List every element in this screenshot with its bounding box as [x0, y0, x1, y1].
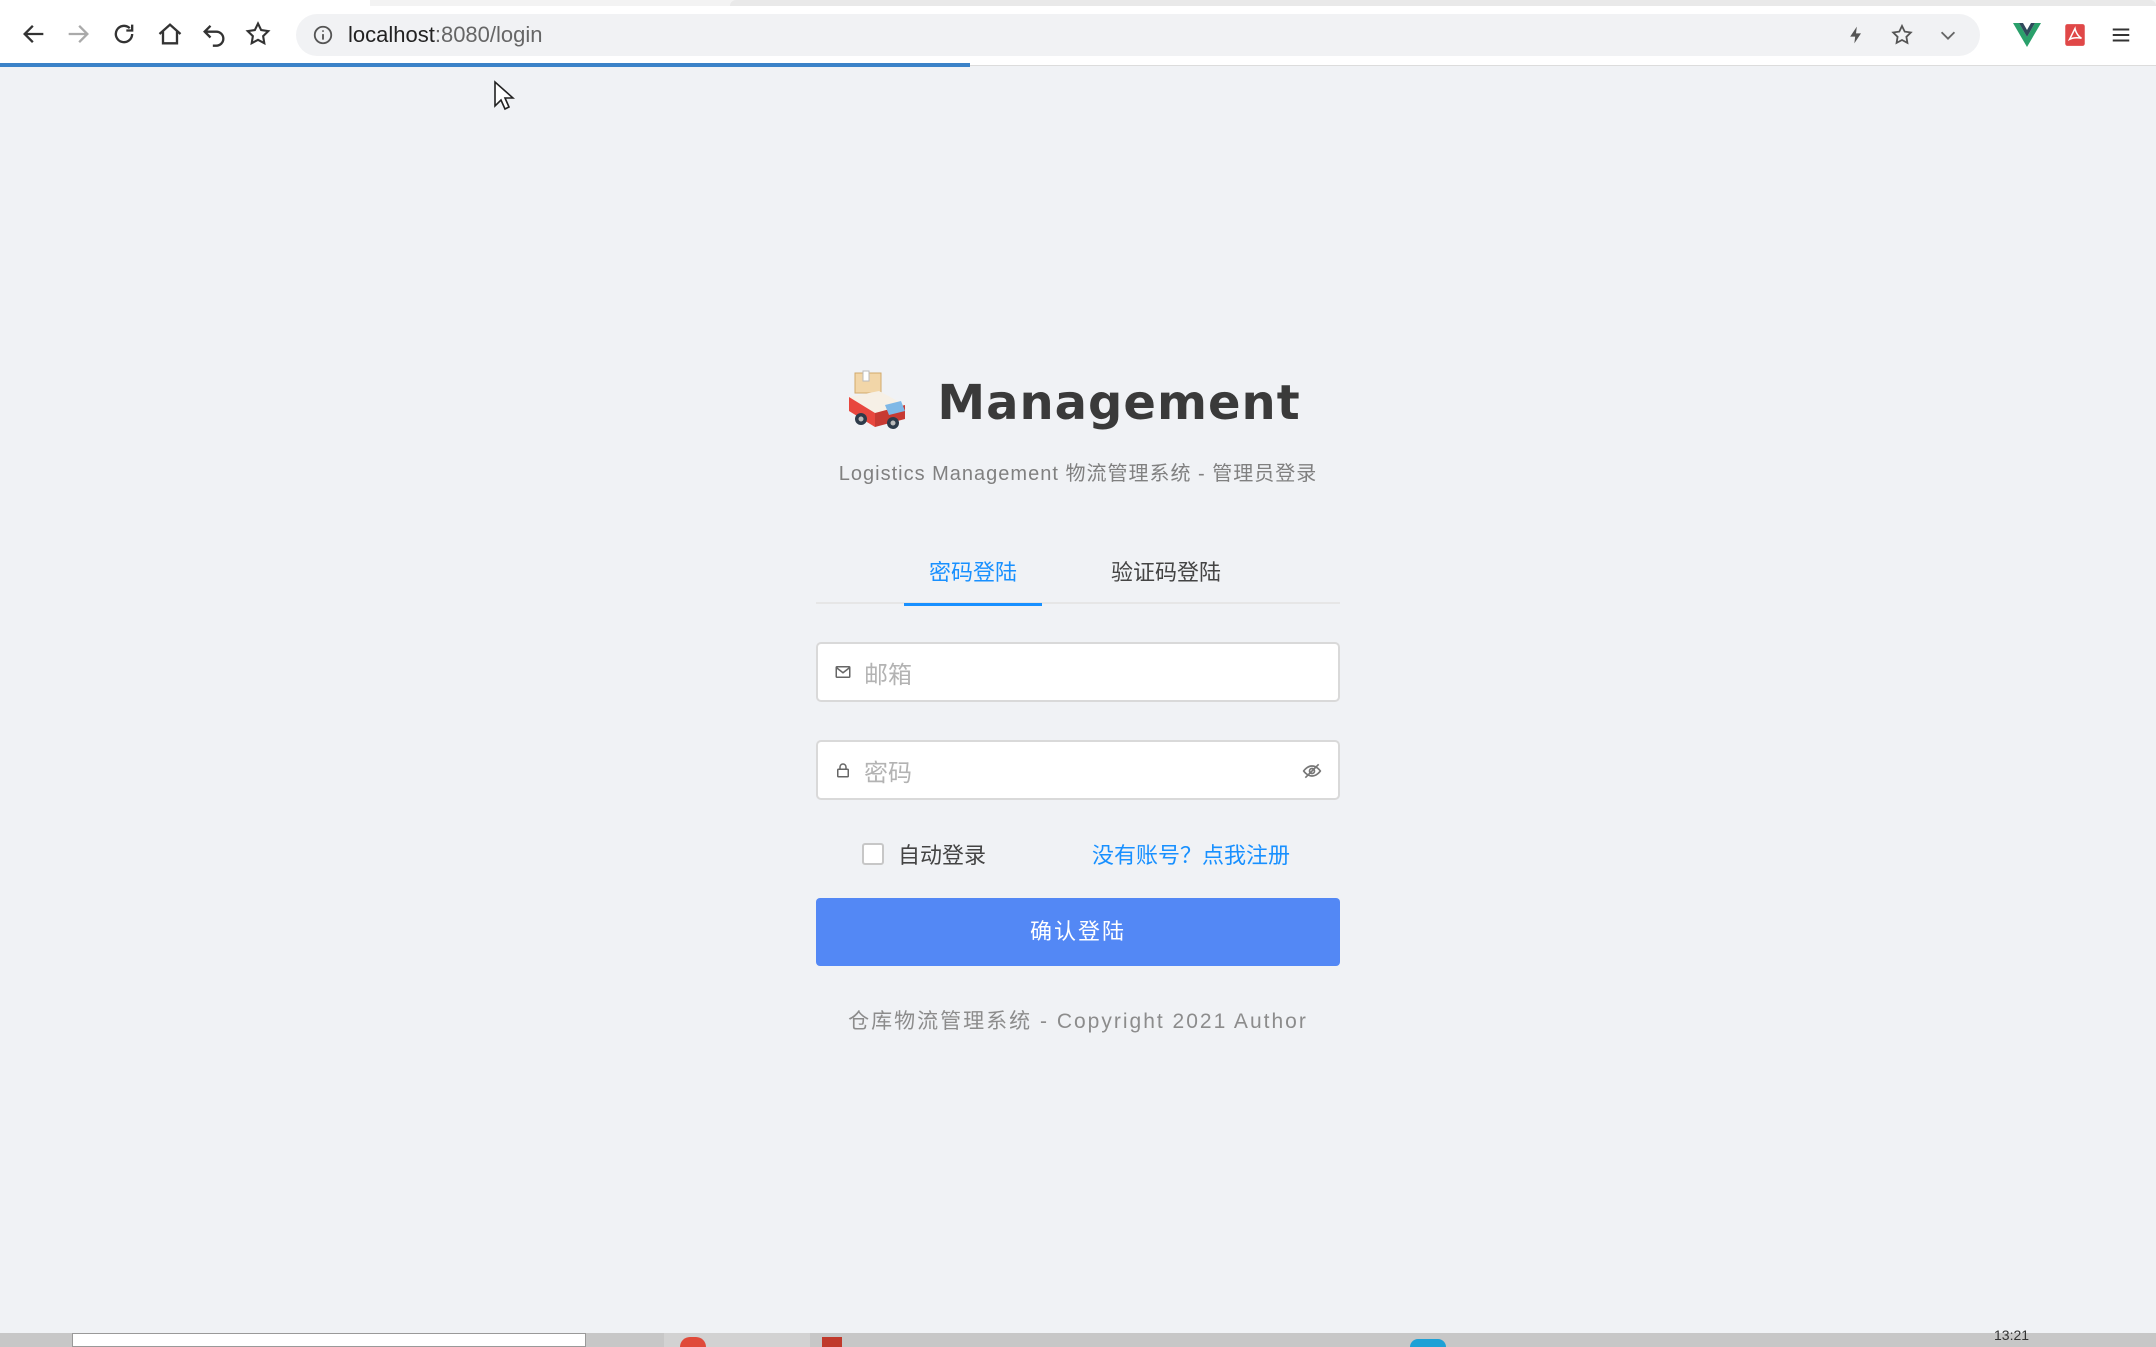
forward-icon — [68, 25, 89, 43]
register-link[interactable]: 没有账号？点我注册 — [1092, 838, 1290, 870]
browser-menu-button[interactable] — [2102, 16, 2140, 54]
pdf-extension-button[interactable] — [2056, 16, 2094, 54]
bookmark-star-icon — [1891, 23, 1913, 45]
active-tab-indicator — [904, 603, 1042, 606]
email-field[interactable]: 邮箱 — [816, 642, 1340, 702]
password-field[interactable]: 密码 — [816, 740, 1340, 800]
info-icon — [313, 25, 333, 45]
taskbar-clock: 13:21 — [1994, 1327, 2030, 1343]
taskbar-search-input[interactable] — [72, 1333, 586, 1347]
tab-password-login[interactable]: 密码登陆 — [904, 552, 1042, 606]
taskbar-app-icon[interactable] — [1410, 1339, 1446, 1347]
bookmark-button[interactable] — [1882, 14, 1922, 56]
os-taskbar: 13:21 — [0, 1327, 2156, 1347]
email-placeholder: 邮箱 — [864, 661, 912, 689]
url-text[interactable]: localhost:8080/login — [348, 22, 543, 48]
truck-logo-icon — [849, 370, 906, 429]
home-icon — [158, 23, 182, 45]
tab-code-login-label: 验证码登陆 — [1110, 560, 1221, 585]
menu-icon — [2112, 28, 2130, 42]
star-icon — [245, 21, 271, 46]
password-placeholder: 密码 — [864, 759, 912, 787]
favorite-button[interactable] — [238, 14, 278, 54]
lock-icon — [837, 763, 849, 778]
page-title: Management — [937, 375, 1301, 431]
undo-icon — [203, 25, 225, 47]
tab-password-login-label: 密码登陆 — [928, 560, 1017, 585]
eye-invisible-icon[interactable] — [1302, 761, 1322, 781]
tab-code-login[interactable]: 验证码登陆 — [1106, 552, 1226, 604]
mouse-cursor-icon — [494, 80, 515, 111]
page-subtitle: Logistics Management 物流管理系统 - 管理员登录 — [838, 463, 1318, 485]
chevron-down-icon — [1940, 31, 1956, 40]
taskbar-app-icon[interactable] — [822, 1337, 842, 1347]
mail-icon — [835, 666, 851, 678]
login-submit-button[interactable]: 确认登陆 — [816, 898, 1340, 966]
home-button[interactable] — [150, 14, 190, 54]
browser-toolbar: localhost:8080/login — [0, 6, 2156, 66]
auto-login-checkbox[interactable] — [862, 843, 884, 865]
dropdown-button[interactable] — [1928, 14, 1968, 56]
back-button[interactable] — [14, 14, 54, 54]
address-bar[interactable]: localhost:8080/login — [296, 14, 1980, 56]
reload-button[interactable] — [104, 14, 144, 54]
vue-devtools-button[interactable] — [2008, 16, 2046, 54]
back-icon — [23, 25, 44, 43]
page-load-progress — [0, 63, 971, 67]
pdf-icon — [2065, 24, 2085, 46]
taskbar-app-icon[interactable] — [680, 1337, 706, 1347]
forward-button[interactable] — [58, 14, 98, 54]
footer-copyright: 仓库物流管理系统 - Copyright 2021 Author — [848, 1010, 1308, 1033]
vue-devtools-icon — [2013, 23, 2041, 47]
brand-header: Management — [0, 366, 2156, 440]
undo-button[interactable] — [194, 14, 234, 54]
lightning-icon — [1850, 26, 1861, 44]
reload-icon — [114, 24, 134, 44]
auto-login-label[interactable]: 自动登录 — [898, 838, 986, 870]
lightning-button[interactable] — [1836, 14, 1876, 56]
login-tabs: 密码登陆 验证码登陆 — [816, 552, 1340, 606]
